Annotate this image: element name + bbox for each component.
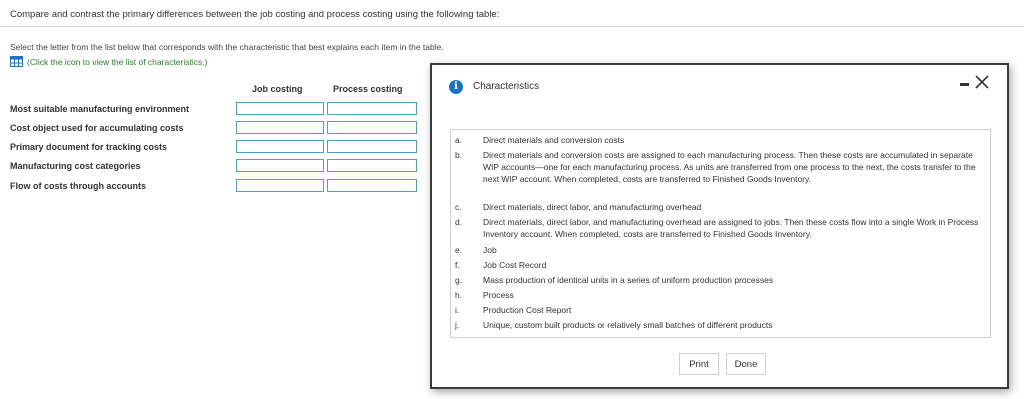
process-costing-answer-field[interactable] [327, 121, 417, 134]
column-header-job-costing: Job costing [252, 84, 303, 94]
item-text: Direct materials and conversion costs [483, 135, 625, 145]
question-header: Compare and contrast the primary differe… [0, 0, 1024, 27]
item-letter: c. [455, 202, 462, 212]
process-costing-answer-field[interactable] [327, 140, 417, 153]
item-letter: e. [455, 245, 463, 255]
modal-title: Characteristics [473, 81, 540, 92]
minimize-icon[interactable] [960, 83, 969, 86]
row-label: Manufacturing cost categories [10, 161, 141, 171]
process-costing-answer-field[interactable] [327, 159, 417, 172]
item-letter: i. [455, 305, 460, 315]
item-letter: h. [455, 290, 463, 300]
question-text: Compare and contrast the primary differe… [10, 9, 500, 20]
characteristics-link[interactable]: (Click the icon to view the list of char… [10, 56, 207, 67]
close-icon[interactable] [972, 72, 992, 92]
item-text: Production Cost Report [483, 305, 572, 315]
item-text: Job Cost Record [483, 260, 547, 270]
characteristics-list: a. Direct materials and conversion costs… [450, 129, 991, 338]
job-costing-answer-field[interactable] [236, 102, 324, 115]
job-costing-answer-field[interactable] [236, 121, 324, 134]
job-costing-answer-field[interactable] [236, 159, 324, 172]
item-text: Process [483, 290, 514, 300]
characteristics-modal: i Characteristics a. Direct materials an… [430, 63, 1009, 389]
job-costing-answer-field[interactable] [236, 140, 324, 153]
column-header-process-costing: Process costing [333, 84, 403, 94]
item-letter: f. [455, 260, 460, 270]
row-label: Primary document for tracking costs [10, 142, 168, 152]
item-text: Unique, custom built products or relativ… [483, 320, 773, 330]
process-costing-answer-field[interactable] [327, 102, 417, 115]
instructions-text: Select the letter from the list below th… [10, 42, 444, 52]
print-button[interactable]: Print [679, 353, 719, 375]
item-letter: d. [455, 217, 463, 227]
info-icon: i [449, 80, 463, 94]
row-label: Flow of costs through accounts [10, 181, 147, 191]
row-label: Cost object used for accumulating costs [10, 123, 184, 133]
done-button[interactable]: Done [726, 353, 766, 375]
row-label: Most suitable manufacturing environment [10, 104, 190, 114]
job-costing-answer-field[interactable] [236, 179, 324, 192]
item-letter: a. [455, 135, 463, 145]
process-costing-answer-field[interactable] [327, 179, 417, 192]
item-text: Job [483, 245, 497, 255]
characteristics-link-label[interactable]: (Click the icon to view the list of char… [27, 57, 207, 67]
item-text: Direct materials, direct labor, and manu… [483, 202, 702, 212]
item-letter: j. [455, 320, 460, 330]
item-letter: g. [455, 275, 463, 285]
item-text: Direct materials, direct labor, and manu… [483, 217, 979, 239]
item-letter: b. [455, 150, 463, 160]
table-grid-icon[interactable] [10, 56, 23, 67]
item-text: Direct materials and conversion costs ar… [483, 150, 976, 184]
item-text: Mass production of identical units in a … [483, 275, 774, 285]
